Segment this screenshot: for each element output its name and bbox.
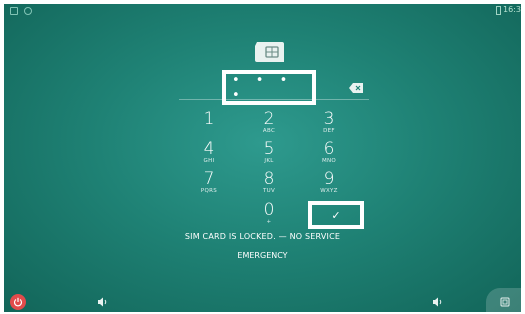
key-6[interactable]: 6 MNO [309, 140, 349, 170]
key-2[interactable]: 2 ABC [249, 110, 289, 140]
sync-icon [24, 7, 32, 15]
emergency-button[interactable]: EMERGENCY [4, 251, 521, 260]
key-7[interactable]: 7 PQRS [189, 170, 229, 200]
power-button[interactable] [10, 294, 26, 310]
backspace-icon[interactable] [349, 83, 363, 93]
volume-down-icon[interactable] [96, 296, 108, 308]
status-bar: 16:3 [4, 4, 521, 18]
key-4[interactable]: 4 GHI [189, 140, 229, 170]
sim-pin-lock-screen: 16:3 • • • • 1 2 ABC 3 DEF 4 GHI 5 JKL 6… [4, 4, 521, 312]
key-9[interactable]: 9 WXYZ [309, 170, 349, 200]
power-icon [13, 297, 23, 307]
pin-masked-digits: • • • • [232, 72, 294, 103]
screenshot-icon [500, 297, 510, 307]
key-8[interactable]: 8 TUV [249, 170, 289, 200]
sim-card-icon [255, 42, 284, 62]
pin-entry-field[interactable]: • • • • [222, 70, 316, 105]
checkmark-icon: ✓ [331, 208, 341, 222]
key-3[interactable]: 3 DEF [309, 110, 349, 140]
sim-status-message: SIM CARD IS LOCKED. — NO SERVICE [184, 232, 341, 241]
status-time: 16:3 [503, 5, 521, 14]
notification-icon [10, 7, 18, 15]
enter-button[interactable]: ✓ [308, 201, 364, 229]
volume-up-icon[interactable] [431, 296, 443, 308]
key-5[interactable]: 5 JKL [249, 140, 289, 170]
key-1[interactable]: 1 [189, 110, 229, 140]
screenshot-button[interactable] [486, 288, 521, 312]
battery-icon [496, 6, 501, 15]
key-0[interactable]: 0 + [249, 201, 289, 231]
